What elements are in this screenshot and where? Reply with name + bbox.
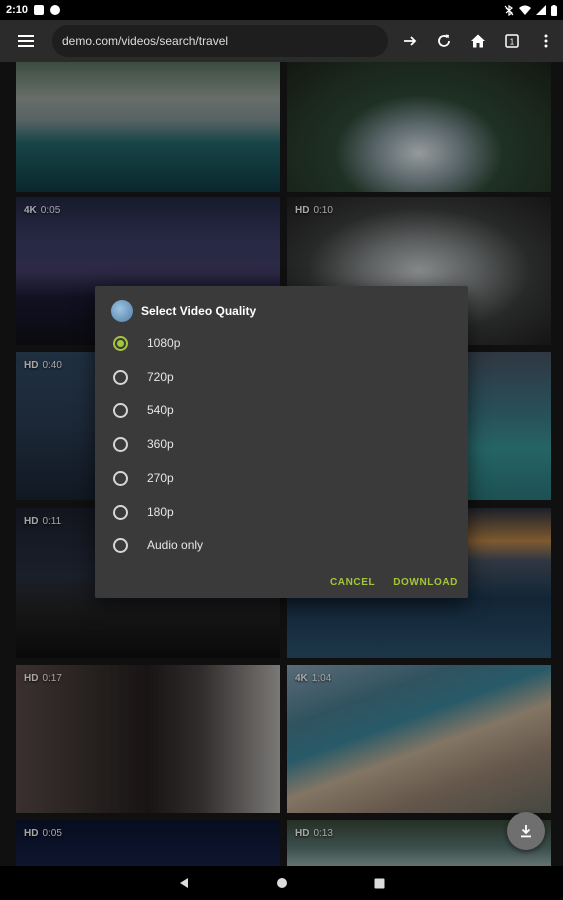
home-icon[interactable]: [462, 20, 494, 62]
option-label: 360p: [147, 437, 174, 451]
download-button[interactable]: DOWNLOAD: [393, 577, 458, 588]
dialog-actions: CANCEL DOWNLOAD: [330, 577, 458, 588]
url-bar[interactable]: demo.com/videos/search/travel: [52, 25, 388, 57]
radio-icon[interactable]: [113, 470, 128, 486]
recents-icon[interactable]: [370, 873, 390, 893]
app-notification-icon: [50, 5, 61, 15]
refresh-icon[interactable]: [428, 20, 460, 62]
video-quality-dialog: Select Video Quality 1080p 720p 540p 360…: [95, 286, 468, 598]
quality-option-720p[interactable]: 720p: [111, 362, 451, 392]
option-label: 540p: [147, 403, 174, 417]
radio-icon[interactable]: [113, 504, 128, 520]
app-logo-icon: [111, 300, 133, 322]
back-icon[interactable]: [174, 873, 194, 893]
home-nav-icon[interactable]: [272, 873, 292, 893]
option-label: 180p: [147, 505, 174, 519]
option-label: Audio only: [147, 538, 204, 552]
notification-icon: [34, 5, 45, 15]
radio-icon[interactable]: [113, 436, 128, 452]
radio-icon[interactable]: [113, 402, 128, 418]
url-text: demo.com/videos/search/travel: [62, 34, 229, 48]
status-time: 2:10: [6, 4, 29, 16]
option-label: 720p: [147, 370, 174, 384]
overflow-menu-icon[interactable]: [530, 20, 562, 62]
system-nav-bar: [0, 866, 563, 900]
option-label: 1080p: [147, 336, 181, 350]
signal-icon: [536, 5, 546, 15]
quality-option-270p[interactable]: 270p: [111, 463, 451, 493]
tabs-icon[interactable]: 1: [496, 20, 528, 62]
radio-icon[interactable]: [113, 537, 128, 553]
cancel-button[interactable]: CANCEL: [330, 577, 375, 588]
radio-checked-icon[interactable]: [113, 335, 128, 351]
quality-option-360p[interactable]: 360p: [111, 429, 451, 459]
download-fab[interactable]: [507, 812, 545, 850]
quality-option-540p[interactable]: 540p: [111, 395, 451, 425]
download-icon: [521, 825, 531, 838]
wifi-icon: [519, 5, 531, 15]
dialog-header: Select Video Quality: [111, 300, 256, 322]
bluetooth-off-icon: [504, 4, 514, 16]
status-bar: 2:10: [0, 0, 563, 20]
quality-option-audio-only[interactable]: Audio only: [111, 530, 451, 560]
browser-toolbar: demo.com/videos/search/travel 1: [0, 20, 563, 62]
battery-icon: [551, 4, 557, 16]
option-label: 270p: [147, 471, 174, 485]
radio-icon[interactable]: [113, 369, 128, 385]
quality-option-1080p[interactable]: 1080p: [111, 328, 451, 358]
svg-text:1: 1: [510, 38, 515, 47]
quality-option-180p[interactable]: 180p: [111, 497, 451, 527]
dialog-title: Select Video Quality: [141, 304, 257, 318]
menu-icon[interactable]: [0, 20, 52, 62]
forward-icon[interactable]: [394, 20, 426, 62]
